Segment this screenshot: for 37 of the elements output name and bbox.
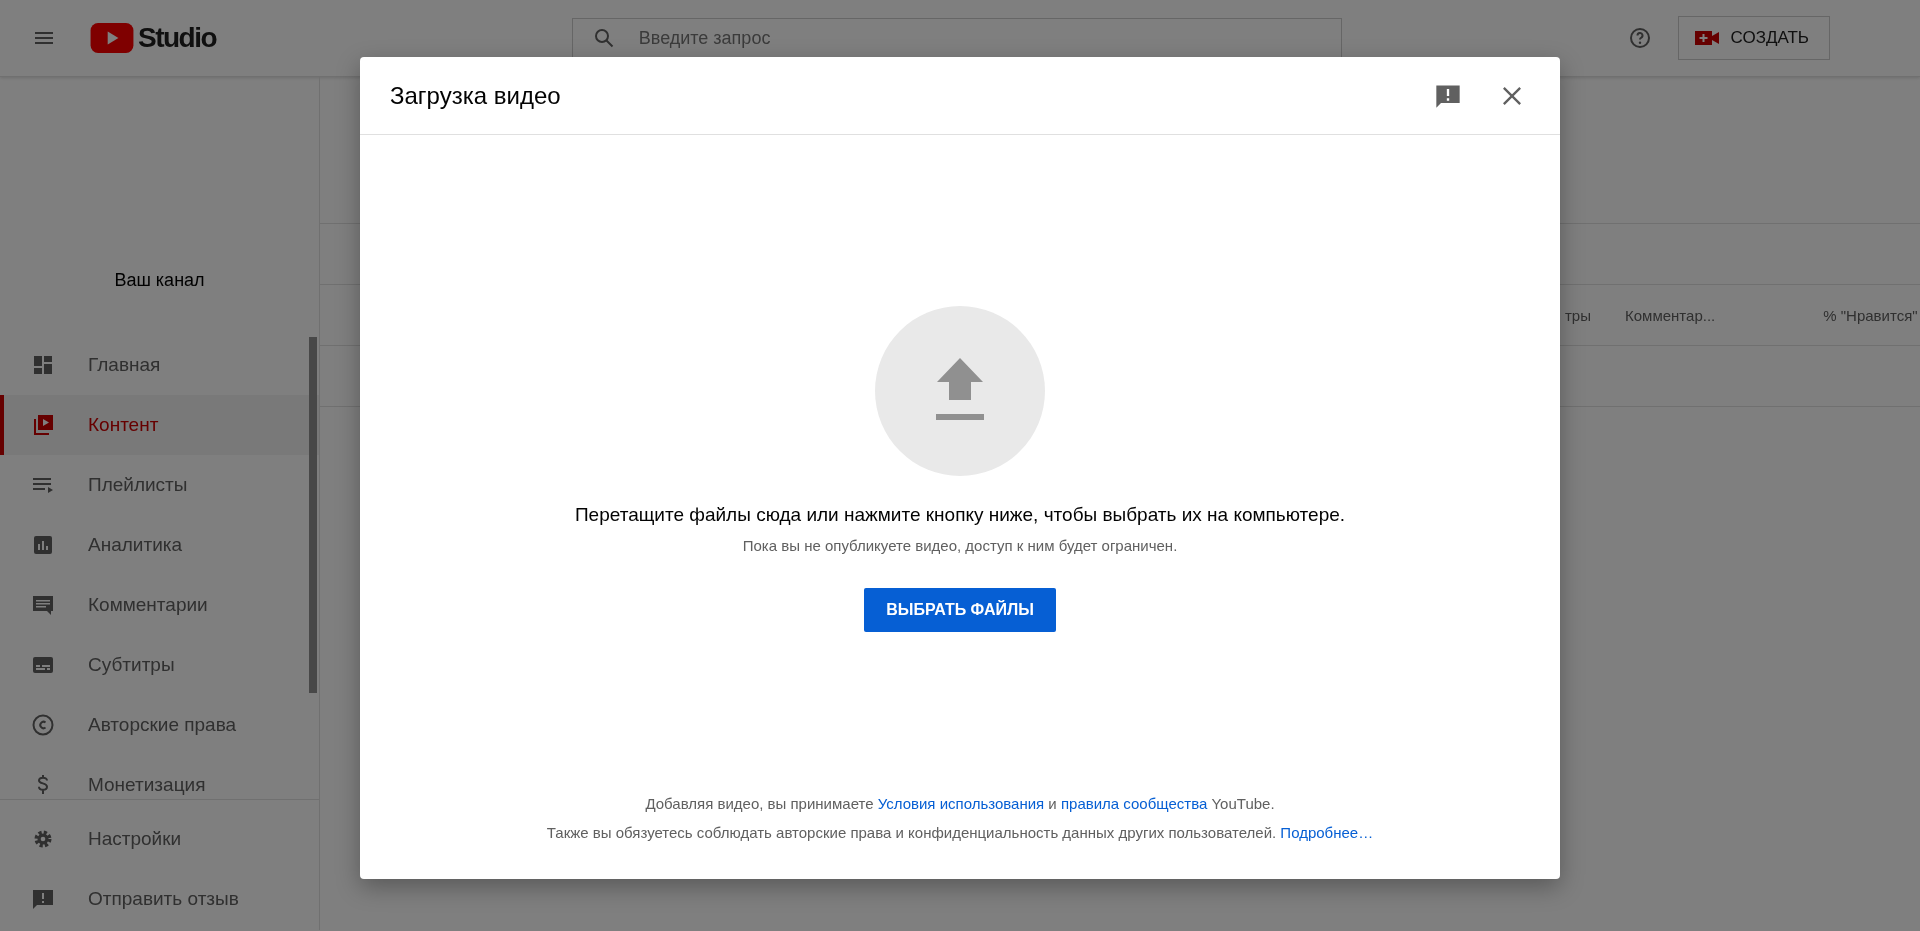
sidebar-item[interactable]: Настройки xyxy=(0,809,319,869)
bar-chart-icon xyxy=(31,533,55,557)
sidebar-item[interactable]: Субтитры xyxy=(0,635,319,695)
search-field[interactable]: Введите запрос xyxy=(571,18,1342,58)
play-logo-icon[interactable] xyxy=(90,23,134,53)
terms-link[interactable]: правила сообщества xyxy=(1060,795,1208,812)
comment-icon xyxy=(31,593,55,617)
sidebar-item[interactable]: Комментарии xyxy=(0,575,319,635)
copyright-icon xyxy=(31,713,55,737)
select-files-button[interactable]: ВЫБРАТЬ ФАЙЛЫ xyxy=(864,588,1056,632)
sidebar-item[interactable]: Главная xyxy=(0,335,319,395)
terms-link[interactable]: Подробнее… xyxy=(1280,824,1374,841)
column-header[interactable]: тры xyxy=(1565,306,1591,324)
access-note: Пока вы не опубликуете видео, доступ к ним будет ограничен. xyxy=(742,537,1178,554)
video-library-icon xyxy=(31,413,55,437)
logo-text: Studio xyxy=(138,22,217,54)
channel-label: Ваш канал xyxy=(114,270,205,291)
sidebar-item[interactable]: Плейлисты xyxy=(0,455,319,515)
upload-icon[interactable] xyxy=(875,306,1045,476)
dialog-title: Загрузка видео xyxy=(390,81,562,110)
terms-text: Также вы обязуетесь соблюдать авторские права и конфиденциальность данных других пользователей. Подробнее… xyxy=(546,824,1374,841)
terms-link[interactable]: Условия использования xyxy=(877,795,1045,812)
terms-text: Добавляя видео, вы принимаете Условия использования и правила сообщества YouTube. xyxy=(645,795,1275,812)
scrollbar-thumb[interactable] xyxy=(309,337,317,693)
create-button[interactable]: СОЗДАТЬ xyxy=(1677,16,1830,60)
video-camera-icon xyxy=(1694,30,1719,46)
upload-prompt: Перетащите файлы сюда или нажмите кнопку ниже, чтобы выбрать их на компьютере. xyxy=(574,504,1346,526)
sidebar-item[interactable]: Аналитика xyxy=(0,515,319,575)
help-icon[interactable] xyxy=(1627,26,1652,50)
sidebar-item[interactable]: Монетизация xyxy=(0,755,319,799)
dashboard-icon xyxy=(31,353,55,377)
column-header[interactable]: Комментар... xyxy=(1625,306,1716,324)
column-header[interactable]: % "Нравится" xyxy=(1823,306,1918,324)
sidebar-item[interactable]: Контент xyxy=(0,395,319,455)
feedback-icon xyxy=(31,887,55,911)
sidebar-item[interactable]: Авторские права xyxy=(0,695,319,755)
sidebar-item[interactable]: Отправить отзыв xyxy=(0,869,319,929)
